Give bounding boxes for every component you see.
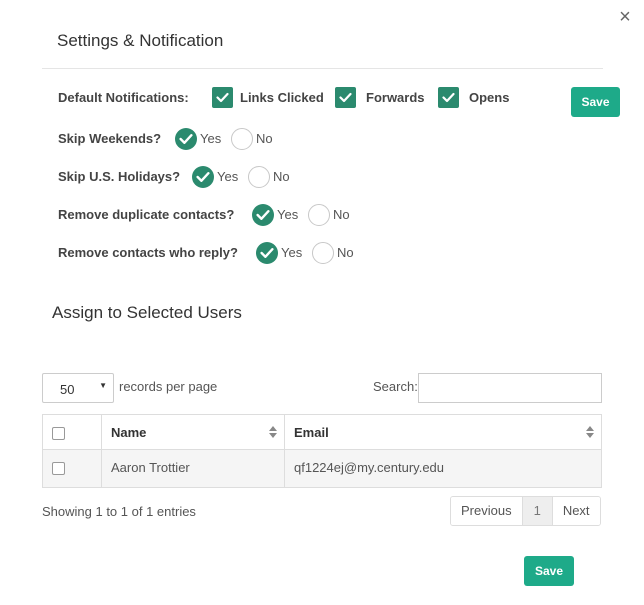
chevron-down-icon: ▼ [99,381,107,390]
remove-replies-no-label: No [337,245,354,260]
check-icon [256,210,270,220]
check-icon [442,92,455,103]
check-icon [260,248,274,258]
skip-weekends-label: Skip Weekends? [58,131,162,146]
skip-weekends-no-label: No [256,131,273,146]
next-page-button[interactable]: Next [551,497,600,525]
column-header-name[interactable]: Name [111,425,146,440]
user-email-cell: qf1224ej@my.century.edu [294,460,445,475]
title-divider [42,68,603,69]
user-name-cell: Aaron Trottier [111,460,190,475]
column-header-email[interactable]: Email [294,425,329,440]
previous-page-button[interactable]: Previous [451,497,522,525]
default-notifications-label: Default Notifications: [58,90,189,105]
check-icon [196,172,210,182]
skip-weekends-yes-label: Yes [200,131,222,146]
remove-replies-no-radio[interactable] [312,242,334,264]
remove-duplicates-yes-radio[interactable] [252,204,274,226]
skip-weekends-no-radio[interactable] [231,128,253,150]
links-clicked-checkbox[interactable] [212,87,233,108]
modal-title: Settings & Notification [57,31,224,50]
search-input[interactable] [418,373,602,403]
check-icon [339,92,352,103]
table-header: Name Email [43,415,601,450]
page-size-select[interactable]: 50 ▼ [42,373,114,403]
table-info: Showing 1 to 1 of 1 entries [42,504,196,519]
skip-weekends-yes-radio[interactable] [175,128,197,150]
sort-icon[interactable] [268,425,278,439]
opens-label: Opens [469,90,510,105]
column-divider [101,415,102,487]
row-checkbox[interactable] [52,462,65,475]
save-button[interactable]: Save [524,556,574,586]
check-icon [216,92,229,103]
skip-holidays-label: Skip U.S. Holidays? [58,169,181,184]
check-icon [179,134,193,144]
pagination: Previous 1 Next [450,496,601,526]
remove-replies-yes-radio[interactable] [256,242,278,264]
remove-duplicates-label: Remove duplicate contacts? [58,207,235,222]
remove-duplicates-no-label: No [333,207,350,222]
table-row[interactable]: Aaron Trottier qf1224ej@my.century.edu [43,450,601,487]
search-label: Search: [373,379,418,394]
users-table: Name Email Aaron Trottier qf1224ej@my.ce… [42,414,602,488]
save-notifications-button[interactable]: Save [571,87,620,117]
links-clicked-label: Links Clicked [240,90,324,105]
skip-holidays-yes-label: Yes [217,169,239,184]
column-divider [284,415,285,487]
skip-holidays-yes-radio[interactable] [192,166,214,188]
sort-icon[interactable] [585,425,595,439]
page-1-button[interactable]: 1 [521,497,552,525]
page-size-value: 50 [60,382,75,397]
forwards-checkbox[interactable] [335,87,356,108]
records-per-page-label: records per page [119,379,218,394]
remove-replies-label: Remove contacts who reply? [58,245,238,260]
remove-replies-yes-label: Yes [281,245,303,260]
opens-checkbox[interactable] [438,87,459,108]
remove-duplicates-no-radio[interactable] [308,204,330,226]
remove-duplicates-yes-label: Yes [277,207,299,222]
close-icon[interactable]: × [615,6,635,28]
forwards-label: Forwards [366,90,425,105]
skip-holidays-no-radio[interactable] [248,166,270,188]
skip-holidays-no-label: No [273,169,290,184]
assign-section-title: Assign to Selected Users [52,303,242,322]
select-all-checkbox[interactable] [52,427,65,440]
